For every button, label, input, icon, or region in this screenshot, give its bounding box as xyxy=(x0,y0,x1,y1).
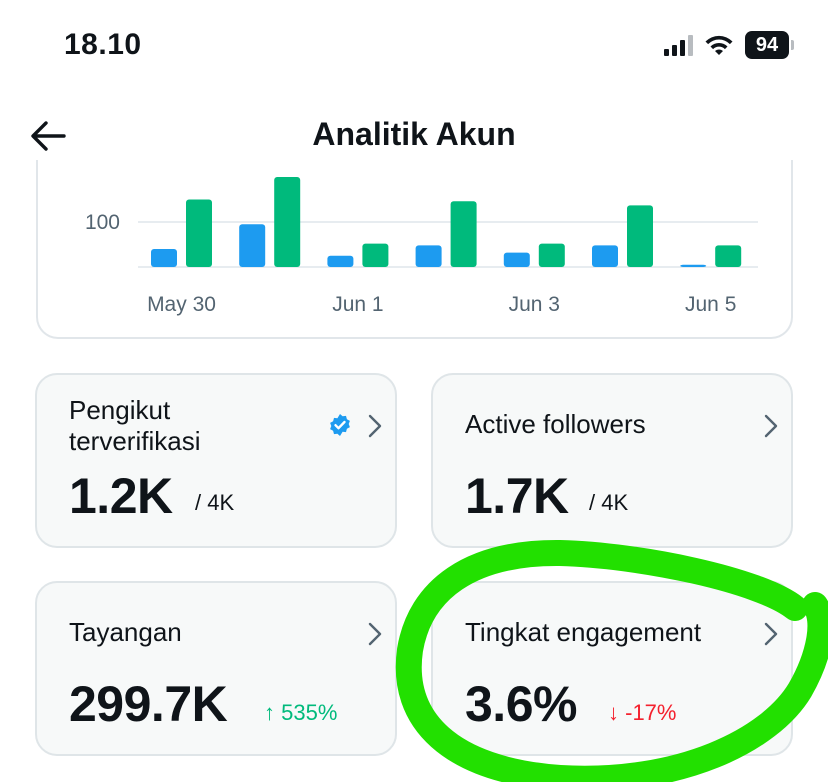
verified-followers-title: Pengikut terverifikasi xyxy=(69,395,201,456)
x-tick-label: Jun 1 xyxy=(332,293,383,316)
active-followers-total: / 4K xyxy=(589,490,629,515)
battery-level: 94 xyxy=(745,31,789,59)
active-followers-value: 1.7K xyxy=(465,468,569,524)
chart-bar xyxy=(627,205,653,267)
chart-bar xyxy=(715,245,742,267)
chevron-right-icon xyxy=(368,414,382,438)
chevron-right-icon xyxy=(764,414,778,438)
engagement-rate-value: 3.6% xyxy=(465,676,577,732)
chart-bar xyxy=(186,199,212,267)
chart-bar xyxy=(274,177,301,267)
impressions-card[interactable]: Tayangan 299.7K ↑ 535% xyxy=(35,581,397,756)
active-followers-title: Active followers xyxy=(465,409,646,439)
impressions-title: Tayangan xyxy=(69,617,182,647)
chart-bar xyxy=(450,201,477,267)
chart-bar xyxy=(592,245,618,267)
engagement-rate-title: Tingkat engagement xyxy=(465,617,702,647)
impressions-value: 299.7K xyxy=(69,676,228,732)
chart-bar xyxy=(538,243,565,267)
chart-bar xyxy=(503,252,530,267)
verified-followers-card[interactable]: Pengikut terverifikasi 1.2K / 4K xyxy=(35,373,397,548)
verified-badge-icon xyxy=(330,414,350,436)
page-title: Analitik Akun xyxy=(312,116,516,152)
y-tick-label: 100 xyxy=(85,211,120,234)
chevron-right-icon xyxy=(368,622,382,646)
battery-icon: 94 xyxy=(745,31,794,59)
engagement-rate-card[interactable]: Tingkat engagement 3.6% ↓ -17% xyxy=(431,581,793,756)
chart-bar xyxy=(680,264,707,267)
wifi-icon xyxy=(705,35,733,55)
status-bar: 18.10 94 xyxy=(0,0,828,90)
x-tick-label: Jun 3 xyxy=(509,293,560,316)
active-followers-card[interactable]: Active followers 1.7K / 4K xyxy=(431,373,793,548)
status-icons: 94 xyxy=(664,30,794,60)
chart-bar xyxy=(327,255,354,267)
chart-bar xyxy=(362,243,389,267)
engagement-rate-change: ↓ -17% xyxy=(608,700,677,725)
chart-bar xyxy=(239,224,266,267)
verified-followers-value: 1.2K xyxy=(69,468,173,524)
chart-bar xyxy=(415,245,442,267)
engagement-chart-card[interactable]: 100 May 30 Jun 1 Jun 3 Jun 5 xyxy=(36,160,793,339)
status-time: 18.10 xyxy=(64,28,142,61)
verified-followers-total: / 4K xyxy=(195,490,235,515)
x-tick-label: May 30 xyxy=(147,293,216,316)
cellular-signal-icon xyxy=(664,34,693,56)
chart-bar xyxy=(151,249,177,267)
bar-chart: 100 May 30 Jun 1 Jun 3 Jun 5 xyxy=(85,177,758,316)
impressions-change: ↑ 535% xyxy=(264,700,338,725)
chevron-right-icon xyxy=(764,622,778,646)
x-tick-label: Jun 5 xyxy=(685,293,736,316)
